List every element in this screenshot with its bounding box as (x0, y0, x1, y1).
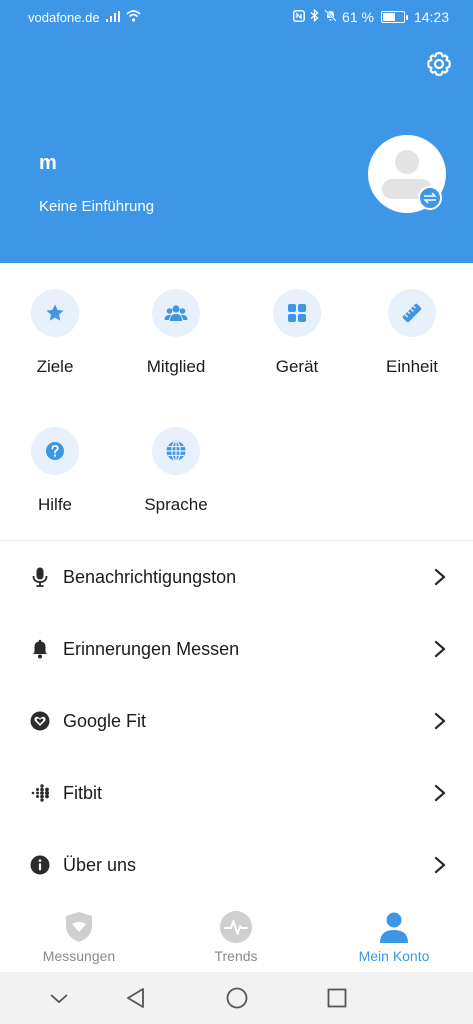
tile-label: Sprache (144, 495, 208, 514)
fitbit-icon (30, 783, 50, 803)
swap-icon[interactable] (418, 186, 442, 210)
chevron-right-icon (433, 568, 447, 586)
chevron-right-icon (433, 856, 447, 874)
ruler-icon (388, 289, 436, 337)
list-item-fitbit[interactable]: Fitbit (0, 757, 473, 829)
profile-header: vodafone.de 61 % 14:23 m Keine Einführun… (0, 0, 473, 263)
group-icon (152, 289, 200, 337)
help-icon (31, 427, 79, 475)
profile-subtitle[interactable]: Keine Einführung (39, 198, 154, 215)
back-icon[interactable] (124, 986, 148, 1010)
chevron-down-icon[interactable] (47, 986, 71, 1010)
chevron-right-icon (433, 640, 447, 658)
chevron-right-icon (433, 712, 447, 730)
list-item-label: Benachrichtigungston (63, 566, 237, 587)
microphone-icon (30, 567, 50, 587)
heart-icon (30, 711, 50, 731)
tile-label: Ziele (36, 357, 74, 376)
list-item-label: Google Fit (63, 710, 147, 731)
bottom-navigation: Messungen Trends Mein Konto (0, 900, 473, 972)
bell-icon (30, 639, 50, 659)
tile-mitglied[interactable]: Mitglied (121, 289, 231, 377)
feature-grid: Ziele Mitglied Gerät Einheit Hilfe Sprac… (0, 263, 473, 540)
mute-bell-icon (324, 9, 337, 25)
tab-mein-konto[interactable]: Mein Konto (334, 910, 454, 964)
battery-percent: 61 % (342, 9, 374, 25)
tile-ziele[interactable]: Ziele (0, 289, 110, 377)
tab-label: Trends (214, 948, 258, 964)
nfc-icon (293, 9, 305, 25)
gear-icon[interactable] (425, 50, 453, 78)
tab-label: Mein Konto (358, 948, 430, 964)
tile-label: Hilfe (37, 495, 72, 514)
recents-icon[interactable] (325, 986, 349, 1010)
globe-icon (152, 427, 200, 475)
list-item-ueber-uns[interactable]: Über uns (0, 829, 473, 901)
list-item-erinnerungen[interactable]: Erinnerungen Messen (0, 613, 473, 685)
tile-label: Gerät (275, 357, 319, 376)
system-navigation-bar (0, 972, 473, 1024)
battery-icon (380, 11, 408, 23)
signal-icon (105, 10, 120, 25)
user-name: m (39, 152, 57, 174)
person-icon (377, 910, 411, 944)
star-icon (31, 289, 79, 337)
shield-icon (62, 910, 96, 944)
wifi-icon (126, 10, 141, 25)
list-item-google-fit[interactable]: Google Fit (0, 685, 473, 757)
status-bar: vodafone.de 61 % 14:23 (0, 0, 473, 34)
tile-geraet[interactable]: Gerät (242, 289, 352, 377)
tile-label: Mitglied (146, 357, 206, 376)
list-item-label: Über uns (63, 854, 137, 875)
tab-trends[interactable]: Trends (176, 910, 296, 964)
carrier-label: vodafone.de (28, 10, 100, 25)
tile-einheit[interactable]: Einheit (357, 289, 467, 377)
tile-hilfe[interactable]: Hilfe (0, 427, 110, 515)
info-icon (30, 855, 50, 875)
list-item-label: Erinnerungen Messen (63, 638, 240, 659)
list-item-benachrichtigungston[interactable]: Benachrichtigungston (0, 541, 473, 613)
tile-label: Einheit (386, 357, 438, 376)
tab-label: Messungen (42, 948, 116, 964)
tile-sprache[interactable]: Sprache (121, 427, 231, 515)
home-icon[interactable] (225, 986, 249, 1010)
grid-icon (273, 289, 321, 337)
chevron-right-icon (433, 784, 447, 802)
tab-messungen[interactable]: Messungen (19, 910, 139, 964)
pulse-icon (219, 910, 253, 944)
list-item-label: Fitbit (63, 782, 103, 803)
clock: 14:23 (413, 9, 449, 25)
bluetooth-icon (310, 8, 319, 25)
